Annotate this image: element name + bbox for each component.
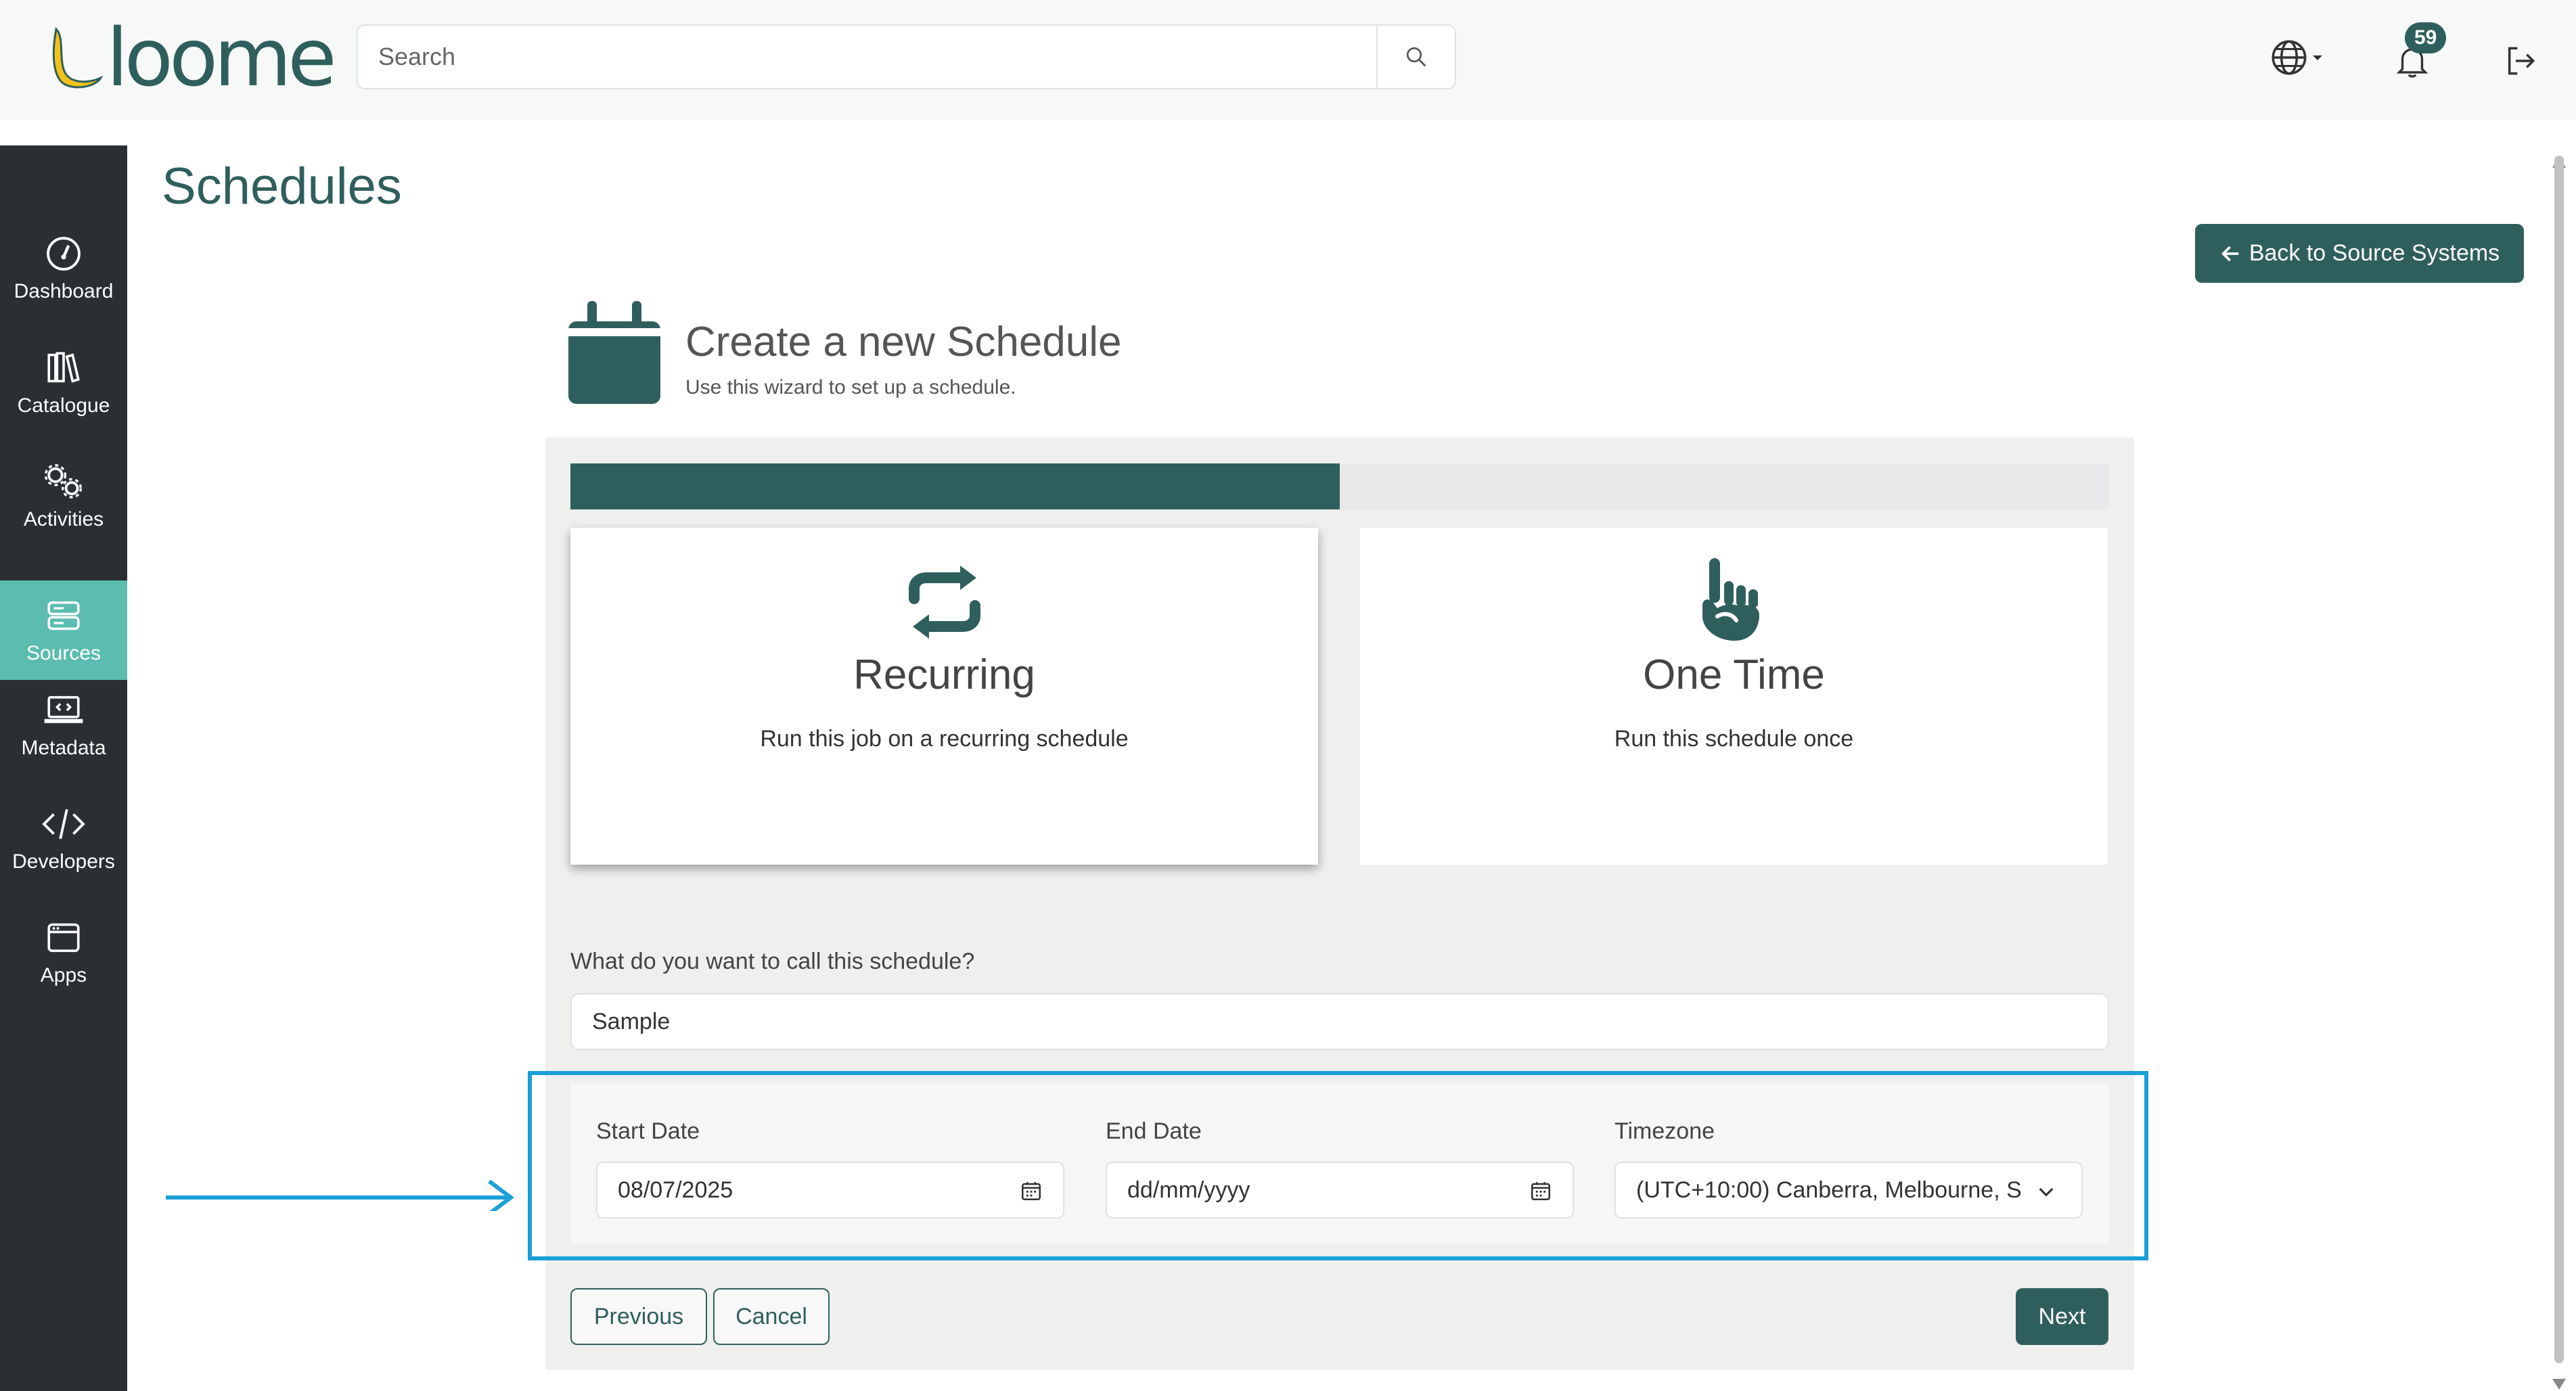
loome-logo[interactable]: loome bbox=[49, 11, 337, 104]
sidebar-item-label: Developers bbox=[12, 850, 115, 873]
top-bar: loome 59 bbox=[0, 0, 2576, 120]
sidebar-item-label: Metadata bbox=[21, 737, 106, 759]
scrollbar-thumb[interactable] bbox=[2554, 156, 2564, 1363]
logout-button[interactable] bbox=[2497, 37, 2544, 85]
recurring-title: Recurring bbox=[853, 652, 1035, 698]
wizard-calendar-icon-wrap bbox=[568, 301, 660, 407]
sidebar-item-developers[interactable]: Developers bbox=[0, 786, 127, 892]
search-input[interactable] bbox=[358, 26, 1376, 88]
end-date-input[interactable]: dd/mm/yyyy bbox=[1106, 1162, 1574, 1218]
scroll-down-arrow[interactable] bbox=[2552, 1379, 2566, 1390]
sidebar-item-sources[interactable]: Sources bbox=[0, 580, 127, 680]
sidebar-item-activities[interactable]: Activities bbox=[0, 444, 127, 549]
sidebar-item-label: Sources bbox=[26, 641, 101, 664]
one-time-option-card[interactable]: One Time Run this schedule once bbox=[1360, 528, 2108, 865]
wizard-progress-bar bbox=[570, 463, 2109, 509]
logo-mark-icon bbox=[52, 26, 104, 89]
logo-text: loome bbox=[106, 11, 337, 104]
end-date-label: End Date bbox=[1106, 1118, 1202, 1144]
sidebar-item-label: Activities bbox=[23, 508, 104, 530]
next-button[interactable]: Next bbox=[2016, 1288, 2108, 1345]
timezone-select[interactable]: (UTC+10:00) Canberra, Melbourne, S bbox=[1614, 1162, 2083, 1218]
sidebar-item-label: Apps bbox=[40, 964, 87, 986]
search-bar bbox=[357, 24, 1456, 89]
pointing-hand-icon bbox=[1702, 558, 1759, 641]
schedule-name-input[interactable]: Sample bbox=[570, 993, 2109, 1050]
sidebar-item-metadata[interactable]: Metadata bbox=[0, 672, 127, 778]
page-title: Schedules bbox=[162, 158, 402, 215]
repeat-icon bbox=[908, 566, 980, 639]
sidebar-item-dashboard[interactable]: Dashboard bbox=[0, 216, 127, 321]
previous-button[interactable]: Previous bbox=[570, 1288, 707, 1345]
end-date-placeholder: dd/mm/yyyy bbox=[1127, 1177, 1250, 1203]
recurring-option-card[interactable]: Recurring Run this job on a recurring sc… bbox=[570, 528, 1318, 865]
start-date-label: Start Date bbox=[596, 1118, 700, 1144]
back-button-label: Back to Source Systems bbox=[2249, 240, 2500, 266]
one-time-description: Run this schedule once bbox=[1614, 726, 1854, 752]
calendar-picker-icon[interactable] bbox=[1529, 1179, 1552, 1202]
chevron-down-icon bbox=[2039, 1187, 2054, 1197]
cancel-button[interactable]: Cancel bbox=[713, 1288, 830, 1345]
server-icon bbox=[47, 601, 80, 630]
search-button[interactable] bbox=[1376, 26, 1455, 88]
language-dropdown[interactable] bbox=[2260, 34, 2334, 81]
wizard-title: Create a new Schedule bbox=[685, 319, 1122, 365]
laptop-code-icon bbox=[44, 696, 83, 723]
sidebar-item-label: Catalogue bbox=[17, 394, 110, 417]
schedule-name-label: What do you want to call this schedule? bbox=[570, 949, 975, 974]
calendar-icon bbox=[568, 301, 660, 404]
gears-icon bbox=[44, 464, 83, 499]
caret-down-icon bbox=[2313, 55, 2322, 60]
window-icon bbox=[47, 923, 80, 953]
timezone-value: (UTC+10:00) Canberra, Melbourne, S bbox=[1636, 1177, 2022, 1203]
code-icon bbox=[42, 808, 85, 840]
one-time-title: One Time bbox=[1643, 652, 1825, 698]
gauge-icon bbox=[47, 237, 81, 271]
arrow-left-icon bbox=[2221, 246, 2239, 261]
progress-fill bbox=[570, 463, 1340, 509]
calendar-picker-icon[interactable] bbox=[1020, 1179, 1043, 1202]
annotation-arrow-icon bbox=[166, 1179, 514, 1211]
recurring-description: Run this job on a recurring schedule bbox=[760, 726, 1129, 752]
wizard-subtitle: Use this wizard to set up a schedule. bbox=[685, 376, 1016, 398]
notification-count-badge: 59 bbox=[2405, 22, 2447, 53]
start-date-input[interactable]: 08/07/2025 bbox=[596, 1162, 1064, 1218]
sidebar-item-label: Dashboard bbox=[14, 280, 114, 302]
sidebar-item-catalogue[interactable]: Catalogue bbox=[0, 330, 127, 436]
search-icon bbox=[1406, 47, 1426, 67]
timezone-label: Timezone bbox=[1614, 1118, 1715, 1144]
sign-out-icon bbox=[2508, 47, 2535, 75]
sidebar: Dashboard Catalogue Activities Sources M… bbox=[0, 145, 127, 1391]
books-icon bbox=[47, 352, 80, 383]
globe-icon bbox=[2272, 40, 2307, 75]
sidebar-item-apps[interactable]: Apps bbox=[0, 900, 127, 1005]
back-to-source-systems-button[interactable]: Back to Source Systems bbox=[2195, 224, 2524, 283]
start-date-value: 08/07/2025 bbox=[618, 1177, 733, 1203]
